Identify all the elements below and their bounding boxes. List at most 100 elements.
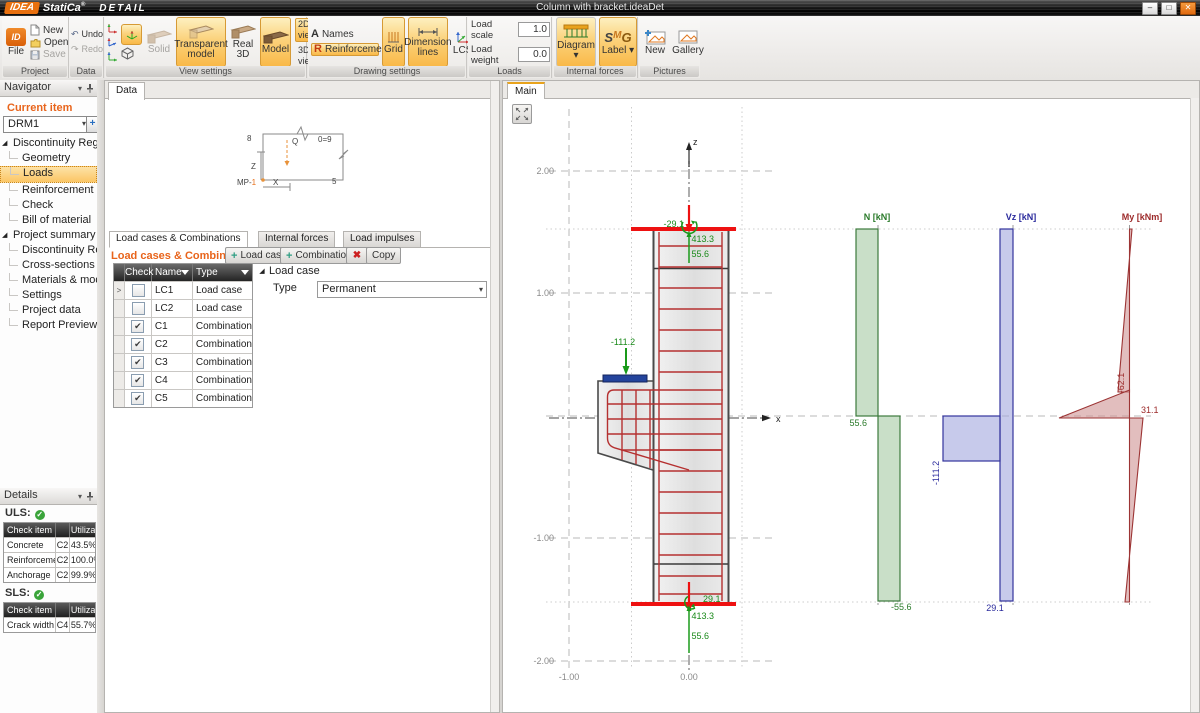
diagram-button[interactable]: Diagram ▾ [556, 17, 596, 67]
delete-button[interactable]: ✖ [346, 247, 368, 264]
table-row-c4[interactable]: ✔C4Combination [114, 371, 252, 389]
solid-view-button[interactable]: Solid [144, 17, 174, 67]
axes-view-selected-button[interactable] [121, 24, 142, 45]
tab-load-cases-combinations[interactable]: Load cases & Combinations [109, 231, 248, 248]
open-button[interactable]: Open [30, 37, 68, 48]
transparent-model-button[interactable]: Transparent model [176, 17, 226, 67]
row-selector[interactable]: > [114, 282, 125, 299]
navigator-header[interactable]: Navigator ▾ [0, 80, 97, 97]
sketch-label: 5 [332, 177, 337, 186]
tab-main[interactable]: Main [507, 82, 545, 99]
checkbox-lc1[interactable] [132, 284, 145, 297]
sidebar-item-check[interactable]: Check [0, 198, 97, 213]
column[interactable] [653, 229, 729, 604]
close-button[interactable]: ✕ [1180, 2, 1196, 15]
tab-internal-forces[interactable]: Internal forces [258, 231, 335, 248]
gallery-icon [677, 29, 699, 45]
table-row-lc1[interactable]: >LC1Load case [114, 281, 252, 299]
label-button[interactable]: SMG Label ▾ [599, 17, 637, 67]
current-item-dropdown[interactable]: DRM1 ▾ [3, 116, 89, 133]
pin-icon[interactable] [86, 83, 94, 93]
file-button[interactable]: ID File [4, 18, 28, 66]
sidebar-item-bill-of-material[interactable]: Bill of material [0, 213, 97, 228]
tree-section-1[interactable]: ◢Project summary [0, 228, 97, 243]
gallery-button[interactable]: Gallery [672, 17, 704, 67]
tree-section-0[interactable]: ◢Discontinuity Region [0, 136, 97, 151]
new-picture-button[interactable]: New [642, 17, 668, 67]
tab-data[interactable]: Data [108, 82, 145, 100]
maximize-button[interactable]: □ [1161, 2, 1177, 15]
save-button[interactable]: Save [30, 49, 68, 60]
row-selector[interactable] [114, 354, 125, 371]
chevron-down-icon[interactable]: ▾ [78, 81, 82, 96]
copy-button[interactable]: Copy [366, 247, 401, 264]
col-name[interactable]: Name [152, 264, 193, 281]
dimension-lines-toggle[interactable]: Dimension lines [408, 17, 448, 67]
undo-icon: ↶ [71, 29, 79, 40]
details-header[interactable]: Details ▾ [0, 488, 97, 505]
property-group-header[interactable]: ◢ Load case [255, 263, 487, 280]
checkbox-c5[interactable]: ✔ [131, 392, 144, 405]
grid-toggle[interactable]: Grid [382, 17, 405, 67]
pin-icon[interactable] [86, 491, 94, 501]
group-label-project: Project [3, 66, 67, 77]
tab-load-impulses[interactable]: Load impulses [343, 231, 421, 248]
minimize-button[interactable]: – [1142, 2, 1158, 15]
sidebar-item-report-preview-print[interactable]: Report Preview/Print [0, 318, 97, 333]
sidebar-item-project-data[interactable]: Project data [0, 303, 97, 318]
table-row[interactable]: AnchorageC299.9% [4, 567, 95, 582]
filter-icon[interactable] [241, 270, 249, 275]
axes-yz-icon[interactable] [107, 50, 119, 62]
row-selector[interactable] [114, 336, 125, 353]
redo-icon: ↷ [71, 44, 79, 55]
table-row[interactable]: ConcreteC243.5% [4, 537, 95, 552]
sls-check-table: Check itemUtilizaCrack widthC455.7% [3, 602, 96, 633]
chevron-down-icon: ▾ [479, 282, 483, 297]
redo-button[interactable]: ↷ Redo [71, 44, 103, 55]
col-type[interactable]: Type [193, 264, 252, 281]
panel-splitter[interactable] [97, 80, 104, 713]
table-row[interactable]: Crack widthC455.7% [4, 617, 95, 632]
sidebar-item-discontinuity-region[interactable]: Discontinuity Region [0, 243, 97, 258]
new-button[interactable]: New [30, 24, 68, 36]
checkbox-c4[interactable]: ✔ [131, 374, 144, 387]
plus-icon: + [286, 251, 292, 261]
axes-xz-icon[interactable] [107, 36, 119, 48]
sidebar-item-loads[interactable]: Loads [0, 166, 97, 183]
axes-xy-icon[interactable] [107, 22, 119, 34]
cell-name: C2 [152, 336, 193, 353]
checkbox-c1[interactable]: ✔ [131, 320, 144, 333]
model-view-button[interactable]: Model [260, 17, 291, 67]
checkbox-c2[interactable]: ✔ [131, 338, 144, 351]
sidebar-item-materials-models[interactable]: Materials & models [0, 273, 97, 288]
isometric-cube-icon[interactable] [121, 47, 134, 60]
filter-icon[interactable] [181, 270, 189, 275]
table-row-c1[interactable]: ✔C1Combination [114, 317, 252, 335]
table-row-c5[interactable]: ✔C5Combination [114, 389, 252, 407]
row-selector[interactable] [114, 390, 125, 407]
data-panel-scrollbar[interactable] [490, 81, 499, 712]
row-selector[interactable] [114, 372, 125, 389]
sidebar-item-cross-sections[interactable]: Cross-sections [0, 258, 97, 273]
table-row-c3[interactable]: ✔C3Combination [114, 353, 252, 371]
load-case-type-dropdown[interactable]: Permanent ▾ [317, 281, 487, 298]
load-scale-input[interactable]: 1.0 [518, 22, 550, 37]
table-row[interactable]: ReinforcementC2100.0% [4, 552, 95, 567]
main-view-scrollbar[interactable] [1190, 98, 1199, 712]
table-row-lc2[interactable]: LC2Load case [114, 299, 252, 317]
undo-button[interactable]: ↶ Undo [71, 29, 103, 40]
sidebar-item-geometry[interactable]: Geometry [0, 151, 97, 166]
sidebar-item-reinforcement[interactable]: Reinforcement [0, 183, 97, 198]
row-selector[interactable] [114, 300, 125, 317]
checkbox-c3[interactable]: ✔ [131, 356, 144, 369]
real-3d-button[interactable]: Real 3D [228, 17, 258, 67]
table-row-c2[interactable]: ✔C2Combination [114, 335, 252, 353]
row-selector[interactable] [114, 318, 125, 335]
structure-canvas[interactable]: 2.00 1.00 -1.00 -2.00 -1.00 0.00 z x [503, 98, 1191, 713]
names-toggle[interactable]: A Names [311, 29, 379, 40]
reinforcement-toggle[interactable]: R Reinforcement [311, 43, 379, 56]
checkbox-lc2[interactable] [132, 302, 145, 315]
sidebar-item-settings[interactable]: Settings [0, 288, 97, 303]
load-weight-input[interactable]: 0.0 [518, 47, 550, 62]
chevron-down-icon[interactable]: ▾ [78, 489, 82, 504]
